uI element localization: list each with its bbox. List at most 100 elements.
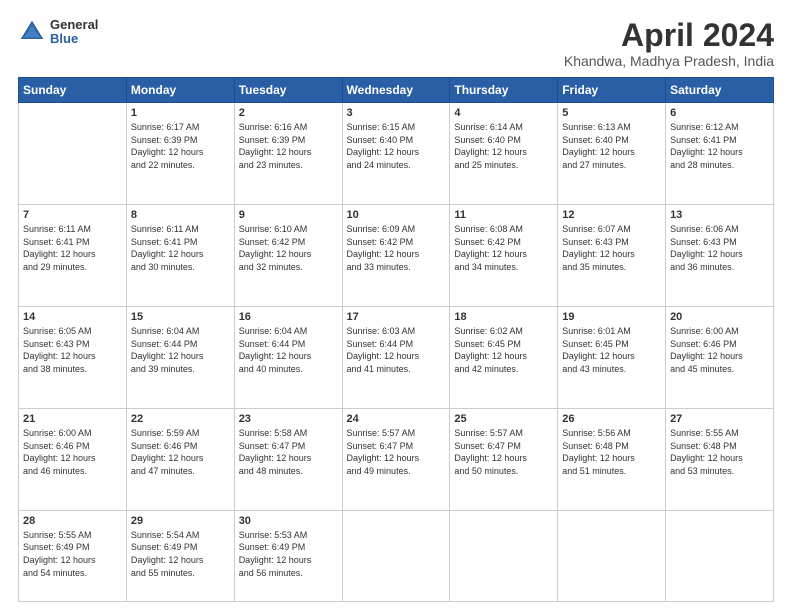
day-number: 22 xyxy=(131,413,230,425)
day-number: 17 xyxy=(347,311,446,323)
calendar-cell: 13 Sunrise: 6:06 AM Sunset: 6:43 PM Dayli… xyxy=(666,205,774,307)
calendar-cell: 16 Sunrise: 6:04 AM Sunset: 6:44 PM Dayli… xyxy=(234,307,342,409)
day-number: 12 xyxy=(562,209,661,221)
calendar-cell: 17 Sunrise: 6:03 AM Sunset: 6:44 PM Dayli… xyxy=(342,307,450,409)
calendar-cell: 15 Sunrise: 6:04 AM Sunset: 6:44 PM Dayli… xyxy=(126,307,234,409)
day-number: 13 xyxy=(670,209,769,221)
calendar-table: SundayMondayTuesdayWednesdayThursdayFrid… xyxy=(18,77,774,602)
calendar-cell: 9 Sunrise: 6:10 AM Sunset: 6:42 PM Daylig… xyxy=(234,205,342,307)
day-info: Sunrise: 6:14 AM Sunset: 6:40 PM Dayligh… xyxy=(454,121,553,171)
day-info: Sunrise: 5:54 AM Sunset: 6:49 PM Dayligh… xyxy=(131,529,230,579)
day-number: 19 xyxy=(562,311,661,323)
day-info: Sunrise: 6:09 AM Sunset: 6:42 PM Dayligh… xyxy=(347,223,446,273)
calendar-cell: 6 Sunrise: 6:12 AM Sunset: 6:41 PM Daylig… xyxy=(666,103,774,205)
calendar-cell: 1Sunrise: 6:17 AM Sunset: 6:39 PM Daylig… xyxy=(126,103,234,205)
day-number: 15 xyxy=(131,311,230,323)
calendar-weekday-friday: Friday xyxy=(558,78,666,103)
day-info: Sunrise: 5:58 AM Sunset: 6:47 PM Dayligh… xyxy=(239,427,338,477)
day-number: 1 xyxy=(131,107,230,119)
calendar-cell: 8 Sunrise: 6:11 AM Sunset: 6:41 PM Daylig… xyxy=(126,205,234,307)
calendar-cell: 24 Sunrise: 5:57 AM Sunset: 6:47 PM Dayli… xyxy=(342,408,450,510)
day-number: 2 xyxy=(239,107,338,119)
calendar-cell: 28 Sunrise: 5:55 AM Sunset: 6:49 PM Dayli… xyxy=(19,510,127,601)
calendar-week-row: 1Sunrise: 6:17 AM Sunset: 6:39 PM Daylig… xyxy=(19,103,774,205)
day-info: Sunrise: 6:04 AM Sunset: 6:44 PM Dayligh… xyxy=(131,325,230,375)
day-number: 24 xyxy=(347,413,446,425)
calendar-cell xyxy=(666,510,774,601)
day-number: 29 xyxy=(131,515,230,527)
day-number: 28 xyxy=(23,515,122,527)
day-info: Sunrise: 6:01 AM Sunset: 6:45 PM Dayligh… xyxy=(562,325,661,375)
main-title: April 2024 xyxy=(564,18,774,53)
day-number: 3 xyxy=(347,107,446,119)
calendar-weekday-wednesday: Wednesday xyxy=(342,78,450,103)
day-info: Sunrise: 6:00 AM Sunset: 6:46 PM Dayligh… xyxy=(23,427,122,477)
day-number: 25 xyxy=(454,413,553,425)
day-number: 27 xyxy=(670,413,769,425)
day-info: Sunrise: 6:07 AM Sunset: 6:43 PM Dayligh… xyxy=(562,223,661,273)
day-number: 9 xyxy=(239,209,338,221)
day-number: 20 xyxy=(670,311,769,323)
day-info: Sunrise: 6:03 AM Sunset: 6:44 PM Dayligh… xyxy=(347,325,446,375)
day-number: 10 xyxy=(347,209,446,221)
day-info: Sunrise: 6:11 AM Sunset: 6:41 PM Dayligh… xyxy=(131,223,230,273)
day-number: 6 xyxy=(670,107,769,119)
day-info: Sunrise: 6:04 AM Sunset: 6:44 PM Dayligh… xyxy=(239,325,338,375)
calendar-weekday-saturday: Saturday xyxy=(666,78,774,103)
logo-icon xyxy=(18,18,46,46)
day-info: Sunrise: 5:55 AM Sunset: 6:48 PM Dayligh… xyxy=(670,427,769,477)
logo: General Blue xyxy=(18,18,98,47)
calendar-cell: 5Sunrise: 6:13 AM Sunset: 6:40 PM Daylig… xyxy=(558,103,666,205)
calendar-cell: 29 Sunrise: 5:54 AM Sunset: 6:49 PM Dayli… xyxy=(126,510,234,601)
calendar-cell xyxy=(450,510,558,601)
calendar-cell: 12 Sunrise: 6:07 AM Sunset: 6:43 PM Dayli… xyxy=(558,205,666,307)
calendar-cell: 4 Sunrise: 6:14 AM Sunset: 6:40 PM Daylig… xyxy=(450,103,558,205)
calendar-cell: 25 Sunrise: 5:57 AM Sunset: 6:47 PM Dayli… xyxy=(450,408,558,510)
day-info: Sunrise: 6:11 AM Sunset: 6:41 PM Dayligh… xyxy=(23,223,122,273)
day-info: Sunrise: 6:06 AM Sunset: 6:43 PM Dayligh… xyxy=(670,223,769,273)
day-info: Sunrise: 5:57 AM Sunset: 6:47 PM Dayligh… xyxy=(454,427,553,477)
day-info: Sunrise: 6:16 AM Sunset: 6:39 PM Dayligh… xyxy=(239,121,338,171)
calendar-cell: 26 Sunrise: 5:56 AM Sunset: 6:48 PM Dayli… xyxy=(558,408,666,510)
day-info: Sunrise: 5:55 AM Sunset: 6:49 PM Dayligh… xyxy=(23,529,122,579)
calendar-cell: 3 Sunrise: 6:15 AM Sunset: 6:40 PM Daylig… xyxy=(342,103,450,205)
day-info: Sunrise: 6:12 AM Sunset: 6:41 PM Dayligh… xyxy=(670,121,769,171)
day-number: 21 xyxy=(23,413,122,425)
day-number: 4 xyxy=(454,107,553,119)
day-number: 16 xyxy=(239,311,338,323)
calendar-cell: 2 Sunrise: 6:16 AM Sunset: 6:39 PM Daylig… xyxy=(234,103,342,205)
calendar-cell: 19 Sunrise: 6:01 AM Sunset: 6:45 PM Dayli… xyxy=(558,307,666,409)
day-info: Sunrise: 6:15 AM Sunset: 6:40 PM Dayligh… xyxy=(347,121,446,171)
header: General Blue April 2024 Khandwa, Madhya … xyxy=(18,18,774,69)
day-number: 26 xyxy=(562,413,661,425)
day-number: 5 xyxy=(562,107,661,119)
day-info: Sunrise: 6:08 AM Sunset: 6:42 PM Dayligh… xyxy=(454,223,553,273)
calendar-header-row: SundayMondayTuesdayWednesdayThursdayFrid… xyxy=(19,78,774,103)
day-info: Sunrise: 6:02 AM Sunset: 6:45 PM Dayligh… xyxy=(454,325,553,375)
subtitle: Khandwa, Madhya Pradesh, India xyxy=(564,53,774,69)
day-info: Sunrise: 6:10 AM Sunset: 6:42 PM Dayligh… xyxy=(239,223,338,273)
calendar-weekday-tuesday: Tuesday xyxy=(234,78,342,103)
calendar-cell: 18Sunrise: 6:02 AM Sunset: 6:45 PM Dayli… xyxy=(450,307,558,409)
logo-blue: Blue xyxy=(50,32,98,46)
day-info: Sunrise: 5:56 AM Sunset: 6:48 PM Dayligh… xyxy=(562,427,661,477)
calendar-cell xyxy=(558,510,666,601)
day-number: 7 xyxy=(23,209,122,221)
calendar-cell: 11Sunrise: 6:08 AM Sunset: 6:42 PM Dayli… xyxy=(450,205,558,307)
calendar-weekday-sunday: Sunday xyxy=(19,78,127,103)
logo-general: General xyxy=(50,18,98,32)
day-number: 14 xyxy=(23,311,122,323)
day-info: Sunrise: 6:05 AM Sunset: 6:43 PM Dayligh… xyxy=(23,325,122,375)
calendar-weekday-thursday: Thursday xyxy=(450,78,558,103)
calendar-cell: 27 Sunrise: 5:55 AM Sunset: 6:48 PM Dayli… xyxy=(666,408,774,510)
title-block: April 2024 Khandwa, Madhya Pradesh, Indi… xyxy=(564,18,774,69)
day-number: 8 xyxy=(131,209,230,221)
day-info: Sunrise: 5:57 AM Sunset: 6:47 PM Dayligh… xyxy=(347,427,446,477)
calendar-weekday-monday: Monday xyxy=(126,78,234,103)
day-info: Sunrise: 5:53 AM Sunset: 6:49 PM Dayligh… xyxy=(239,529,338,579)
calendar-week-row: 7 Sunrise: 6:11 AM Sunset: 6:41 PM Daylig… xyxy=(19,205,774,307)
calendar-cell xyxy=(19,103,127,205)
calendar-cell xyxy=(342,510,450,601)
page: General Blue April 2024 Khandwa, Madhya … xyxy=(0,0,792,612)
calendar-week-row: 21 Sunrise: 6:00 AM Sunset: 6:46 PM Dayli… xyxy=(19,408,774,510)
